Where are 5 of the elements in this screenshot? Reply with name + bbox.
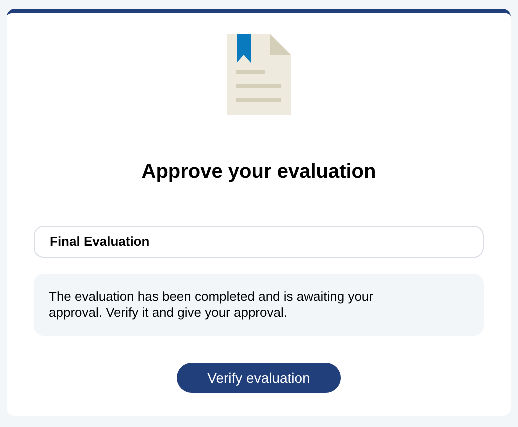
- verify-button[interactable]: Verify evaluation: [177, 363, 341, 393]
- dialog-title: Approve your evaluation: [142, 160, 376, 185]
- evaluation-name-field: Final Evaluation: [34, 226, 484, 258]
- info-message: The evaluation has been completed and is awaiting your approval. Verify it and give your approval.: [49, 289, 374, 321]
- document-icon: [227, 34, 291, 115]
